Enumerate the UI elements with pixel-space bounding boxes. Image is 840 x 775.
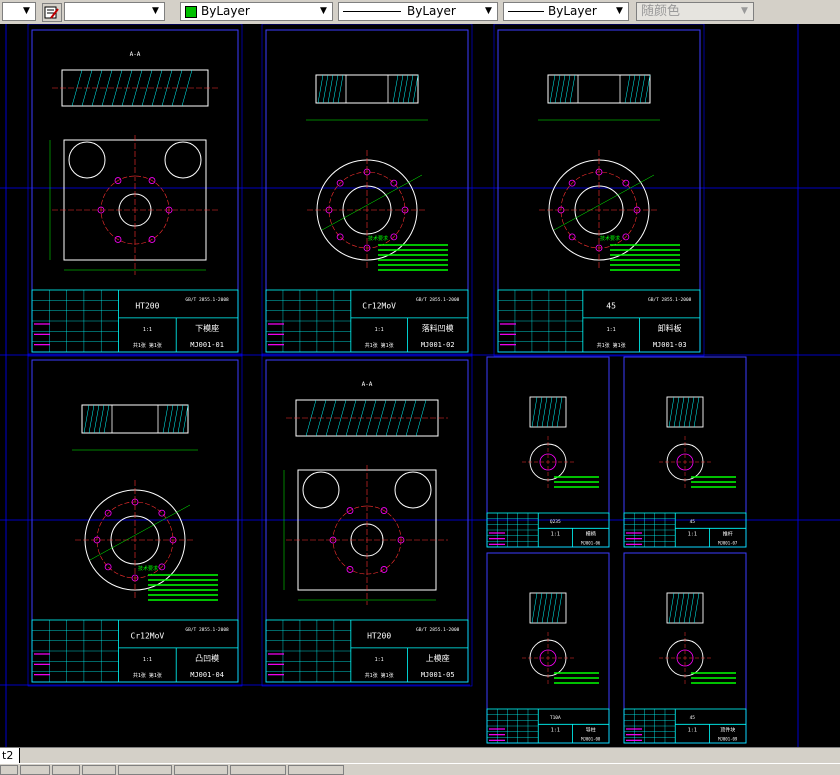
tech-req-label: 技术要求 <box>138 565 158 572</box>
standard-label: GB/T 2855.1-2008 <box>185 297 229 303</box>
color-swatch <box>185 6 197 18</box>
section-label: A-A <box>362 381 373 388</box>
drawing-code-label: MJ001-09 <box>718 736 738 741</box>
title-block: 45 推杆 MJ001-07 1:1 <box>623 512 747 548</box>
title-block: 45 GB/T 2855.1-2008 卸料板 MJ001-03 1:1 共1张 第1张 <box>497 289 701 353</box>
scale-label: 1:1 <box>375 657 384 663</box>
drawing-code-label: MJ001-01 <box>190 341 224 349</box>
title-block: Cr12MoV GB/T 2855.1-2008 落料凹模 MJ001-02 1:1 共1… <box>265 289 469 353</box>
part-name-label: 卸料板 <box>658 323 682 333</box>
drawing-sheet: 技术要求 45 GB/T 2855.1-2008 卸料板 MJ001-03 1:1 共1张 … <box>493 23 705 357</box>
tech-req-label: 技术要求 <box>368 235 388 242</box>
drawing-sheet: 45 顶件块 MJ001-09 1:1 <box>623 552 747 744</box>
drawing-sheet: Q235 模柄 MJ001-06 1:1 <box>486 356 610 548</box>
plotstyle-combo[interactable]: 随颜色 ▼ <box>636 2 754 21</box>
material-label: Cr12MoV <box>362 302 396 311</box>
linetype-combo[interactable]: ByLayer ▼ <box>338 2 498 21</box>
title-block: HT200 GB/T 2855.1-2008 下模座 MJ001-01 1:1 共1张 第… <box>31 289 239 353</box>
sheet-count-label: 共1张 第1张 <box>597 342 626 349</box>
chevron-down-icon[interactable]: ▼ <box>149 5 162 18</box>
chevron-down-icon[interactable]: ▼ <box>613 5 626 18</box>
properties-toolbar: ▼ ▼ ByLayer ▼ ByLayer ▼ ByLayer ▼ 随颜色 ▼ <box>0 0 840 25</box>
lineweight-combo-value: ByLayer <box>548 4 597 18</box>
part-name-label: 上模座 <box>426 653 450 663</box>
drawing-sheet: T10A 导柱 MJ001-08 1:1 <box>486 552 610 744</box>
sheet-count-label: 共1张 第1张 <box>365 342 394 349</box>
color-combo[interactable]: ByLayer ▼ <box>180 2 333 21</box>
plotstyle-combo-value: 随颜色 <box>641 4 681 19</box>
part-name-label: 模柄 <box>586 530 596 537</box>
tab-layout[interactable]: t2 <box>0 748 21 764</box>
chevron-down-icon[interactable]: ▼ <box>317 5 330 18</box>
title-block: Cr12MoV GB/T 2855.1-2008 凸凹模 MJ001-04 1:1 共1张… <box>31 619 239 683</box>
scale-label: 1:1 <box>688 531 697 537</box>
title-block: Q235 模柄 MJ001-06 1:1 <box>486 512 610 548</box>
drawing-code-label: MJ001-05 <box>421 671 455 679</box>
layout-boundary-lines <box>0 24 840 747</box>
drawing-code-label: MJ001-02 <box>421 341 455 349</box>
style-combo[interactable]: ▼ <box>64 2 165 21</box>
scale-label: 1:1 <box>143 657 152 663</box>
tech-req-label: 技术要求 <box>600 235 620 242</box>
material-label: 45 <box>690 715 696 721</box>
model-space[interactable]: A-A HT200 GB/T 2855.1-2008 下模座 MJ001-01 1:1 共1… <box>0 23 840 747</box>
chevron-down-icon: ▼ <box>741 6 748 16</box>
drawing-sheet: 技术要求 Cr12MoV GB/T 2855.1-2008 落料凹模 MJ001-02 1… <box>261 23 473 357</box>
layer-properties-button[interactable] <box>42 3 62 22</box>
section-label: A-A <box>130 51 141 58</box>
linetype-sample <box>343 11 401 12</box>
lineweight-combo[interactable]: ByLayer ▼ <box>503 2 629 21</box>
title-block: HT200 GB/T 2855.1-2008 上模座 MJ001-05 1:1 共1张 第… <box>265 619 469 683</box>
lineweight-sample <box>508 11 544 12</box>
drawing-code-label: MJ001-03 <box>653 341 687 349</box>
color-combo-value: ByLayer <box>201 4 250 18</box>
title-block: 45 顶件块 MJ001-09 1:1 <box>623 708 747 744</box>
chevron-down-icon[interactable]: ▼ <box>20 5 33 18</box>
scale-label: 1:1 <box>375 327 384 333</box>
part-name-label: 顶件块 <box>720 726 735 733</box>
title-block: T10A 导柱 MJ001-08 1:1 <box>486 708 610 744</box>
material-label: 45 <box>690 519 696 525</box>
sheet-count-label: 共1张 第1张 <box>133 342 162 349</box>
part-name-label: 推杆 <box>723 530 733 537</box>
scale-label: 1:1 <box>688 727 697 733</box>
part-name-label: 导柱 <box>586 726 596 733</box>
layer-combo[interactable]: ▼ <box>2 2 36 21</box>
material-label: Cr12MoV <box>131 632 165 641</box>
standard-label: GB/T 2855.1-2008 <box>185 627 229 633</box>
scale-label: 1:1 <box>607 327 616 333</box>
sheet-count-label: 共1张 第1张 <box>365 672 394 679</box>
drawing-sheet: A-A HT200 GB/T 2855.1-2008 下模座 MJ001-01 1:1 共1… <box>27 23 243 357</box>
part-name-label: 凸凹模 <box>195 653 219 663</box>
standard-label: GB/T 2855.1-2008 <box>416 297 460 303</box>
drawing-code-label: MJ001-04 <box>190 671 224 679</box>
standard-label: GB/T 2855.1-2008 <box>416 627 460 633</box>
part-name-label: 下模座 <box>195 323 219 333</box>
drawing-canvas[interactable]: A-A HT200 GB/T 2855.1-2008 下模座 MJ001-01 1:1 共1… <box>0 23 840 747</box>
scale-label: 1:1 <box>143 327 152 333</box>
chevron-down-icon[interactable]: ▼ <box>482 5 495 18</box>
material-label: HT200 <box>367 632 391 641</box>
drawing-sheet: 45 推杆 MJ001-07 1:1 <box>623 356 747 548</box>
status-bar <box>0 763 840 775</box>
linetype-combo-value: ByLayer <box>407 4 456 18</box>
scale-label: 1:1 <box>551 727 560 733</box>
part-name-label: 落料凹模 <box>422 323 454 333</box>
scale-label: 1:1 <box>551 531 560 537</box>
material-label: HT200 <box>135 302 159 311</box>
material-label: 45 <box>606 302 616 311</box>
drawing-code-label: MJ001-06 <box>581 540 601 545</box>
layout-tab-bar: t2 <box>0 747 840 764</box>
material-label: Q235 <box>550 519 561 525</box>
sheet-count-label: 共1张 第1张 <box>133 672 162 679</box>
layer-edit-icon <box>44 6 59 19</box>
drawing-code-label: MJ001-07 <box>718 540 738 545</box>
standard-label: GB/T 2855.1-2008 <box>648 297 692 303</box>
drawing-sheets: A-A HT200 GB/T 2855.1-2008 下模座 MJ001-01 1:1 共1… <box>27 23 747 744</box>
drawing-code-label: MJ001-08 <box>581 736 601 741</box>
material-label: T10A <box>550 715 561 721</box>
